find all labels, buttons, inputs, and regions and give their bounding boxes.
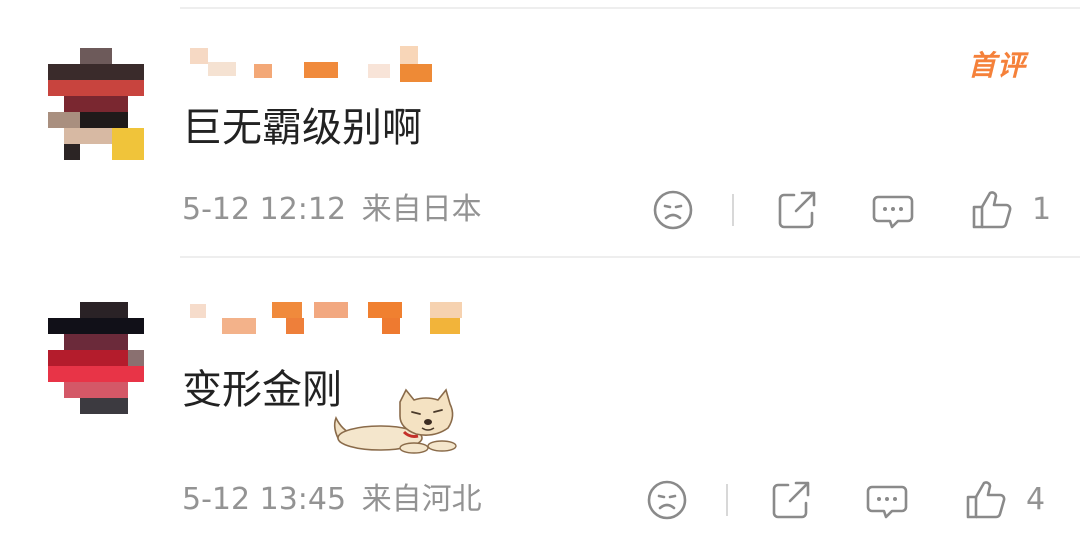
comment-bubble-icon — [872, 195, 914, 229]
comment-meta: 5-12 12:12 来自日本 — [182, 190, 482, 230]
timestamp: 5-12 13:45 — [182, 482, 347, 517]
top-divider — [180, 7, 1080, 9]
like-button[interactable] — [962, 477, 1008, 523]
dislike-button[interactable] — [650, 187, 696, 233]
dog-sticker — [330, 388, 470, 454]
comment-button[interactable] — [870, 187, 916, 233]
timestamp: 5-12 12:12 — [182, 192, 347, 227]
comment-divider — [180, 256, 1080, 258]
like-count: 4 — [1026, 482, 1046, 517]
avatar[interactable] — [48, 48, 144, 160]
location: 来自河北 — [361, 482, 482, 517]
avatar[interactable] — [48, 302, 144, 414]
username-blurred[interactable] — [190, 46, 450, 84]
sad-face-icon — [647, 480, 687, 520]
share-button[interactable] — [774, 187, 820, 233]
action-separator — [732, 194, 734, 226]
share-button[interactable] — [768, 477, 814, 523]
username-blurred[interactable] — [190, 300, 462, 338]
share-icon — [772, 481, 810, 519]
share-icon — [778, 191, 816, 229]
like-button[interactable] — [968, 187, 1014, 233]
sad-face-icon — [653, 190, 693, 230]
thumbs-up-icon — [966, 481, 1006, 519]
comment-button[interactable] — [864, 477, 910, 523]
comment-text: 巨无霸级别啊 — [182, 105, 422, 151]
comment-meta: 5-12 13:45 来自河北 — [182, 480, 482, 520]
comment-bubble-icon — [866, 485, 908, 519]
first-comment-badge: 首评 — [968, 49, 1027, 82]
thumbs-up-icon — [972, 191, 1012, 229]
comment-text: 变形金刚 — [182, 367, 342, 413]
like-count: 1 — [1032, 192, 1052, 227]
location: 来自日本 — [361, 192, 482, 227]
action-separator — [726, 484, 728, 516]
dislike-button[interactable] — [644, 477, 690, 523]
